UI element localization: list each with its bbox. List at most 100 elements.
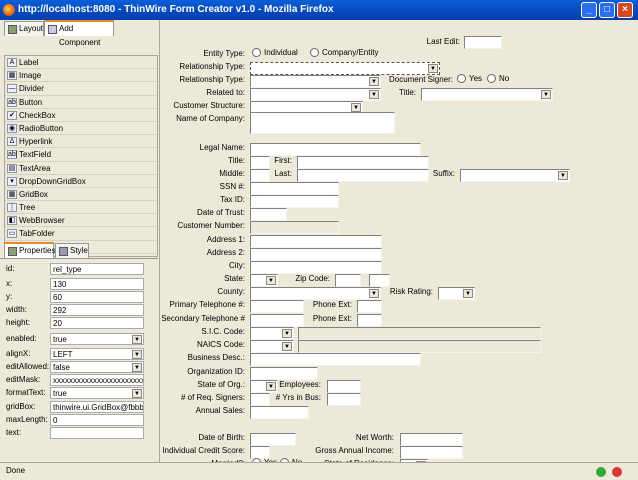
textarea[interactable] (250, 112, 395, 134)
text-input[interactable] (357, 314, 382, 327)
text-input[interactable] (250, 156, 270, 169)
text-input[interactable] (297, 156, 429, 169)
dropdown-arrow-icon[interactable]: ▼ (351, 103, 361, 112)
text-input[interactable] (250, 143, 421, 156)
dropdown-arrow-icon[interactable]: ▼ (558, 171, 568, 180)
component-item-textfield[interactable]: ab| TextField (5, 148, 157, 162)
text-input[interactable] (400, 433, 463, 446)
dropdown-select[interactable]: ▼ (250, 274, 278, 287)
text-input[interactable] (327, 380, 361, 393)
component-item-radiobutton[interactable]: ◉ RadioButton (5, 122, 157, 136)
property-value-field[interactable]: thinwire.ui.GridBox@fbbbc (50, 401, 144, 413)
text-input[interactable] (250, 300, 304, 313)
tab-add-component[interactable]: Add Component (44, 20, 114, 47)
dropdown-select[interactable]: ▼ (250, 75, 381, 88)
radio-button[interactable] (252, 48, 261, 57)
text-input[interactable] (250, 433, 296, 446)
text-input[interactable] (250, 169, 270, 182)
dropdown-select[interactable]: ▼ (250, 62, 440, 75)
dropdown-select[interactable]: ▼ (250, 287, 381, 300)
radio-label[interactable]: Company/Entity (322, 48, 378, 57)
dropdown-select[interactable]: ▼ (250, 327, 294, 340)
dropdown-select[interactable]: ▼ (421, 88, 553, 101)
dropdown-arrow-icon[interactable]: ▼ (369, 90, 379, 99)
dropdown-arrow-icon[interactable]: ▼ (428, 64, 438, 73)
dropdown-arrow-icon[interactable]: ▼ (132, 389, 142, 398)
dropdown-arrow-icon[interactable]: ▼ (463, 289, 473, 298)
maximize-button[interactable]: □ (599, 2, 615, 18)
dropdown-arrow-icon[interactable]: ▼ (282, 342, 292, 351)
property-value-field[interactable]: true ▼ (50, 333, 144, 345)
property-value-field[interactable]: 60 (50, 291, 144, 303)
component-item-divider[interactable]: — Divider (5, 82, 157, 96)
dropdown-arrow-icon[interactable]: ▼ (369, 289, 379, 298)
radio-button[interactable] (487, 74, 496, 83)
component-item-gridbox[interactable]: ▦ GridBox (5, 188, 157, 202)
property-value-field[interactable]: true ▼ (50, 387, 144, 399)
component-item-webbrowser[interactable]: ◧ WebBrowser (5, 214, 157, 228)
component-item-image[interactable]: ▦ Image (5, 69, 157, 83)
text-input[interactable] (250, 367, 318, 380)
radio-label[interactable]: Yes (469, 74, 482, 83)
close-button[interactable]: × (617, 2, 633, 18)
property-label: height: (6, 318, 31, 327)
tab-layout[interactable]: Layout (4, 21, 44, 36)
component-item-hyperlink[interactable]: Δ Hyperlink (5, 135, 157, 149)
text-input[interactable] (250, 208, 287, 221)
dropdown-arrow-icon[interactable]: ▼ (282, 329, 292, 338)
tab-style[interactable]: Style (55, 243, 89, 258)
text-input[interactable] (250, 406, 309, 419)
dropdown-arrow-icon[interactable]: ▼ (541, 90, 551, 99)
text-input[interactable] (250, 235, 382, 248)
component-item-label[interactable]: A Label (5, 56, 157, 70)
dropdown-arrow-icon[interactable]: ▼ (132, 350, 142, 359)
tab-properties[interactable]: Properties (4, 242, 55, 258)
dropdown-arrow-icon[interactable]: ▼ (132, 335, 142, 344)
text-input[interactable] (250, 314, 304, 327)
text-input[interactable] (250, 393, 270, 406)
dropdown-arrow-icon[interactable]: ▼ (132, 363, 142, 372)
dropdown-select[interactable]: ▼ (250, 88, 381, 101)
dropdown-arrow-icon[interactable]: ▼ (266, 276, 276, 285)
hyperlink-icon: Δ (7, 137, 17, 147)
text-input[interactable] (369, 274, 390, 287)
text-input[interactable] (250, 353, 421, 366)
text-input[interactable] (400, 446, 463, 459)
property-value-field[interactable]: rel_type (50, 263, 144, 275)
text-input[interactable] (250, 261, 382, 274)
property-value-field[interactable]: 20 (50, 317, 144, 329)
dropdown-select[interactable]: ▼ (438, 287, 475, 300)
dropdown-arrow-icon[interactable]: ▼ (266, 382, 276, 391)
property-value-field[interactable]: xxxxxxxxxxxxxxxxxxxxxxxxx (50, 374, 144, 386)
text-input[interactable] (250, 182, 339, 195)
property-value-field[interactable]: 0 (50, 414, 144, 426)
component-item-button[interactable]: ab Button (5, 96, 157, 109)
text-input[interactable] (464, 36, 502, 49)
dropdown-select[interactable]: ▼ (460, 169, 570, 182)
text-input[interactable] (327, 393, 361, 406)
component-item-tree[interactable]: ┊ Tree (5, 201, 157, 215)
radio-button[interactable] (457, 74, 466, 83)
text-input[interactable] (250, 195, 339, 208)
properties-icon (8, 247, 17, 256)
property-value-field[interactable]: LEFT ▼ (50, 348, 144, 360)
dropdown-select[interactable]: ▼ (250, 380, 278, 393)
text-input[interactable] (335, 274, 361, 287)
radio-button[interactable] (310, 48, 319, 57)
dropdown-arrow-icon[interactable]: ▼ (369, 77, 379, 86)
text-input[interactable] (357, 300, 382, 313)
dropdown-select[interactable]: ▼ (250, 340, 294, 353)
property-value-field[interactable]: 130 (50, 278, 144, 290)
text-input[interactable] (250, 248, 382, 261)
text-input[interactable] (297, 169, 429, 182)
property-value-field[interactable]: false ▼ (50, 361, 144, 373)
component-item-textarea[interactable]: ▤ TextArea (5, 162, 157, 175)
component-item-dropdowngridbox[interactable]: ▾ DropDownGridBox (5, 175, 157, 188)
property-value-field[interactable] (50, 427, 144, 439)
component-item-tabfolder[interactable]: ▭ TabFolder (5, 227, 157, 241)
property-value-field[interactable]: 292 (50, 304, 144, 316)
radio-label[interactable]: Individual (264, 48, 298, 57)
component-item-checkbox[interactable]: ✔ CheckBox (5, 109, 157, 122)
minimize-button[interactable]: _ (581, 2, 597, 18)
radio-label[interactable]: No (499, 74, 509, 83)
